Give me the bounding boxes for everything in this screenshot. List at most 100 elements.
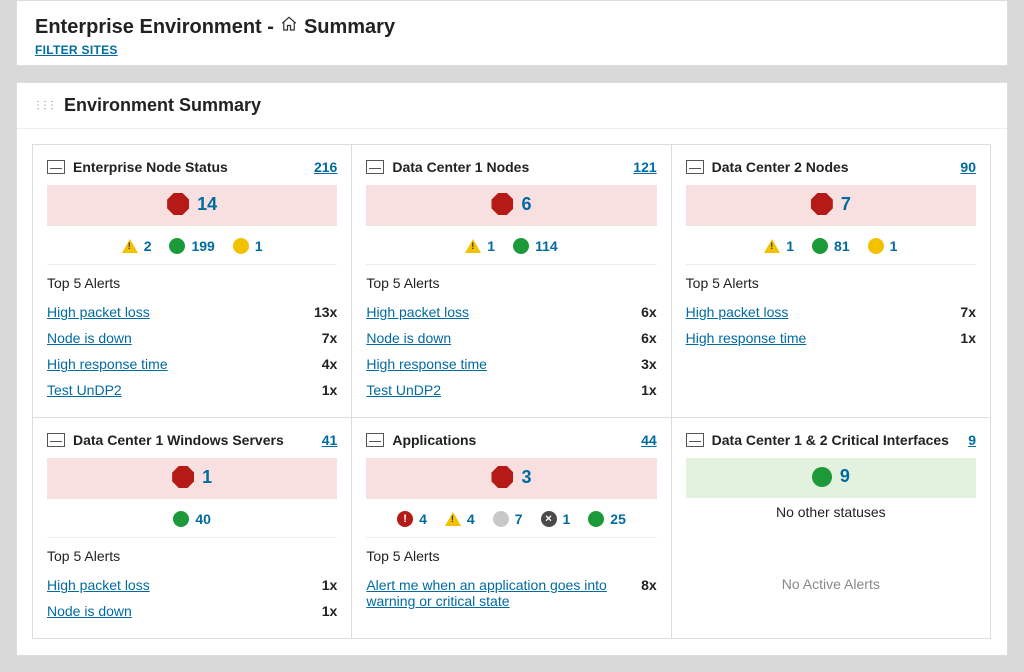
card-total-link[interactable]: 90 xyxy=(960,159,976,175)
card-total-link[interactable]: 216 xyxy=(314,159,337,175)
status-item[interactable]: 1 xyxy=(233,238,263,254)
card-total-link[interactable]: 121 xyxy=(633,159,656,175)
status-item[interactable]: 2 xyxy=(122,238,152,254)
card-total-link[interactable]: 41 xyxy=(322,432,338,448)
alert-link[interactable]: High packet loss xyxy=(47,577,150,593)
status-row: 1 114 xyxy=(366,232,656,265)
banner-value[interactable]: 14 xyxy=(167,193,217,215)
alert-link[interactable]: Alert me when an application goes into w… xyxy=(366,577,631,609)
warning-icon xyxy=(465,239,481,253)
status-item[interactable]: 25 xyxy=(588,511,626,527)
alert-count: 6x xyxy=(641,330,657,346)
alert-count: 8x xyxy=(641,577,657,593)
alert-link[interactable]: High response time xyxy=(47,356,168,372)
top-alerts-label: Top 5 Alerts xyxy=(366,548,656,564)
card-head: Data Center 2 Nodes90 xyxy=(686,159,976,175)
status-row: 4 4 7 1 25 xyxy=(366,505,656,538)
status-item[interactable]: 1 xyxy=(465,238,495,254)
node-icon xyxy=(47,160,65,174)
status-item[interactable]: 40 xyxy=(173,511,211,527)
environment-summary-panel: ⋮⋮⋮ Environment Summary Enterprise Node … xyxy=(16,82,1008,656)
status-value: 1 xyxy=(487,238,495,254)
alert-link[interactable]: High packet loss xyxy=(686,304,789,320)
alert-row: High packet loss7x xyxy=(686,299,976,325)
status-value: 2 xyxy=(144,238,152,254)
status-value: 199 xyxy=(191,238,214,254)
filter-sites-link[interactable]: FILTER SITES xyxy=(35,43,118,57)
alert-link[interactable]: High response time xyxy=(686,330,807,346)
card-head: Data Center 1 Windows Servers41 xyxy=(47,432,337,448)
alert-link[interactable]: Test UnDP2 xyxy=(366,382,441,398)
title-suffix: Summary xyxy=(304,16,395,39)
card-total-link[interactable]: 44 xyxy=(641,432,657,448)
status-value: 25 xyxy=(610,511,626,527)
card-title: Data Center 1 & 2 Critical Interfaces xyxy=(712,432,949,448)
status-item[interactable]: 114 xyxy=(513,238,558,254)
status-item[interactable]: 1 xyxy=(541,511,571,527)
top-alerts-label: Top 5 Alerts xyxy=(47,275,337,291)
summary-card: Data Center 1 Windows Servers41140Top 5 … xyxy=(32,417,352,639)
banner-value[interactable]: 6 xyxy=(491,193,531,215)
alert-link[interactable]: Test UnDP2 xyxy=(47,382,122,398)
banner-value[interactable]: 7 xyxy=(811,193,851,215)
page-title: Enterprise Environment - Summary xyxy=(35,15,989,39)
panel-title: Environment Summary xyxy=(64,95,261,116)
status-value: 1 xyxy=(255,238,263,254)
warning-dot-icon xyxy=(233,238,249,254)
status-item[interactable]: 1 xyxy=(868,238,898,254)
node-icon xyxy=(366,160,384,174)
card-total-link[interactable]: 9 xyxy=(968,432,976,448)
alert-count: 1x xyxy=(322,382,338,398)
status-row: 40 xyxy=(47,505,337,538)
alert-link[interactable]: Node is down xyxy=(47,330,132,346)
node-icon xyxy=(47,433,65,447)
card-title: Enterprise Node Status xyxy=(73,159,228,175)
card-title: Data Center 1 Nodes xyxy=(392,159,529,175)
alert-count: 6x xyxy=(641,304,657,320)
no-active-alerts: No Active Alerts xyxy=(686,576,976,592)
card-head: Data Center 1 & 2 Critical Interfaces 9 xyxy=(686,432,976,448)
alert-row: Node is down 7x xyxy=(47,325,337,351)
status-item[interactable]: 7 xyxy=(493,511,523,527)
alert-count: 1x xyxy=(322,603,338,619)
status-value: 1 xyxy=(786,238,794,254)
drag-handle-icon[interactable]: ⋮⋮⋮ xyxy=(33,100,54,111)
top-alerts-label: Top 5 Alerts xyxy=(366,275,656,291)
alert-link[interactable]: High response time xyxy=(366,356,487,372)
node-icon xyxy=(686,433,704,447)
cards-grid: Enterprise Node Status2161421991Top 5 Al… xyxy=(17,129,1007,655)
status-item[interactable]: 199 xyxy=(169,238,214,254)
alert-count: 1x xyxy=(960,330,976,346)
node-icon xyxy=(686,160,704,174)
no-other-statuses: No other statuses xyxy=(686,504,976,520)
page-header: Enterprise Environment - Summary FILTER … xyxy=(16,0,1008,66)
alert-row: High response time 1x xyxy=(686,325,976,351)
panel-header: ⋮⋮⋮ Environment Summary xyxy=(17,83,1007,129)
unknown-icon xyxy=(493,511,509,527)
alert-link[interactable]: Node is down xyxy=(47,603,132,619)
alert-count: 4x xyxy=(322,356,338,372)
banner-value[interactable]: 9 xyxy=(812,466,850,487)
card-title: Applications xyxy=(392,432,476,448)
banner-value[interactable]: 1 xyxy=(172,466,212,488)
alert-row: High packet loss13x xyxy=(47,299,337,325)
status-value: 1 xyxy=(890,238,898,254)
home-icon xyxy=(280,15,298,39)
unreachable-icon xyxy=(541,511,557,527)
status-row: 2 199 1 xyxy=(47,232,337,265)
warning-dot-icon xyxy=(868,238,884,254)
alert-count: 7x xyxy=(322,330,338,346)
alert-link[interactable]: High packet loss xyxy=(366,304,469,320)
status-item[interactable]: 81 xyxy=(812,238,850,254)
banner-value[interactable]: 3 xyxy=(491,466,531,488)
alert-link[interactable]: High packet loss xyxy=(47,304,150,320)
card-head: Applications 44 xyxy=(366,432,656,448)
status-value: 81 xyxy=(834,238,850,254)
status-item[interactable]: 4 xyxy=(445,511,475,527)
status-item[interactable]: 4 xyxy=(397,511,427,527)
alert-link[interactable]: Node is down xyxy=(366,330,451,346)
warning-icon xyxy=(445,512,461,526)
status-item[interactable]: 1 xyxy=(764,238,794,254)
critical-dot-icon xyxy=(397,511,413,527)
status-banner: 7 xyxy=(686,185,976,226)
